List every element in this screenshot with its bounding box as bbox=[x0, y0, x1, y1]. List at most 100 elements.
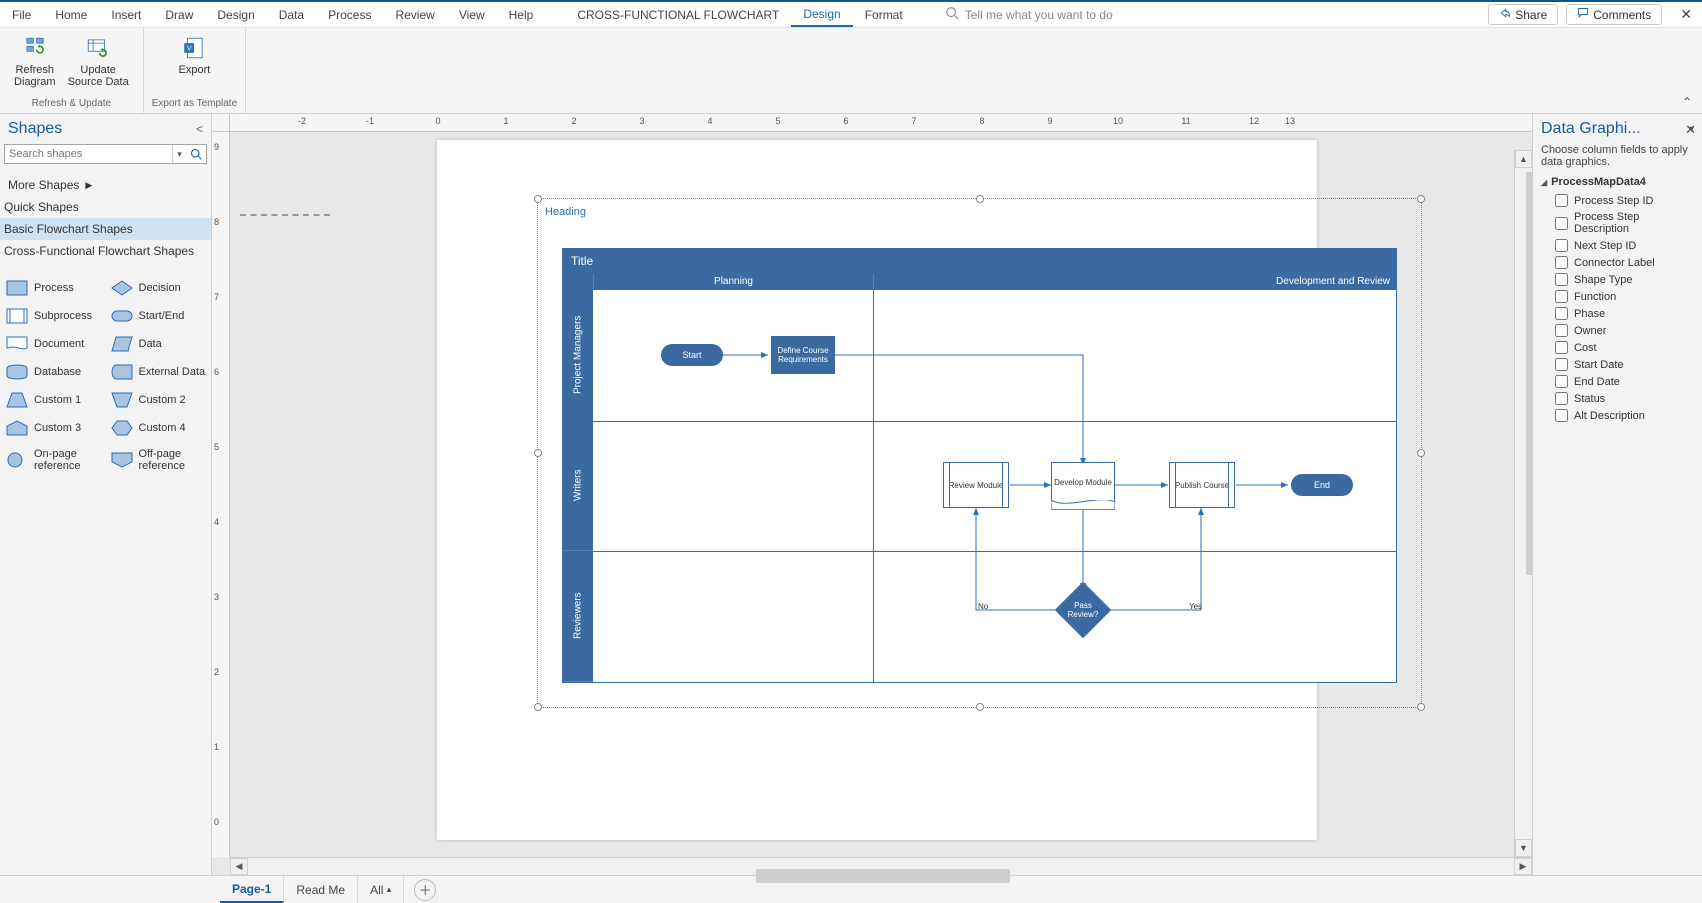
checkbox[interactable] bbox=[1555, 358, 1568, 371]
scroll-right-icon[interactable]: ▶ bbox=[1514, 858, 1532, 875]
checkbox[interactable] bbox=[1555, 307, 1568, 320]
checkbox[interactable] bbox=[1555, 217, 1568, 230]
sel-handle[interactable] bbox=[534, 703, 542, 711]
shape-custom3[interactable]: Custom 3 bbox=[2, 414, 107, 442]
dg-field[interactable]: Process Step ID bbox=[1541, 192, 1694, 209]
sel-handle[interactable] bbox=[534, 449, 542, 457]
dg-field[interactable]: Process Step Description bbox=[1541, 209, 1694, 237]
phase-planning[interactable]: Planning bbox=[593, 274, 873, 289]
export-button[interactable]: V Export bbox=[173, 32, 217, 96]
search-dropdown-icon[interactable]: ▾ bbox=[172, 145, 186, 163]
shape-custom2[interactable]: Custom 2 bbox=[107, 386, 212, 414]
scroll-up-icon[interactable]: ▲ bbox=[1515, 150, 1532, 168]
scroll-left-icon[interactable]: ◀ bbox=[230, 858, 248, 875]
search-go-icon[interactable] bbox=[186, 145, 206, 163]
sel-handle[interactable] bbox=[976, 703, 984, 711]
sel-handle[interactable] bbox=[1417, 703, 1425, 711]
tab-help[interactable]: Help bbox=[497, 2, 546, 27]
dg-field[interactable]: Start Date bbox=[1541, 356, 1694, 373]
checkbox[interactable] bbox=[1555, 341, 1568, 354]
sel-handle[interactable] bbox=[1417, 449, 1425, 457]
shape-end[interactable]: End bbox=[1291, 474, 1353, 496]
tab-file[interactable]: File bbox=[0, 2, 43, 27]
shape-document[interactable]: Document bbox=[2, 330, 107, 358]
share-button[interactable]: Share bbox=[1488, 4, 1558, 25]
checkbox[interactable] bbox=[1555, 375, 1568, 388]
shape-define-requirements[interactable]: Define Course Requirements bbox=[771, 336, 835, 374]
tab-design[interactable]: Design bbox=[205, 2, 266, 27]
tab-cross-functional[interactable]: CROSS-FUNCTIONAL FLOWCHART bbox=[565, 2, 791, 27]
lane-project-managers[interactable]: Project Managers bbox=[563, 290, 593, 420]
shape-start-end[interactable]: Start/End bbox=[107, 302, 212, 330]
tab-home[interactable]: Home bbox=[43, 2, 99, 27]
tab-format[interactable]: Format bbox=[853, 2, 915, 27]
dg-field[interactable]: Phase bbox=[1541, 305, 1694, 322]
update-source-button[interactable]: Update Source Data bbox=[62, 32, 135, 96]
tab-process[interactable]: Process bbox=[316, 2, 383, 27]
sel-handle[interactable] bbox=[1417, 195, 1425, 203]
swimlane-container[interactable]: Title Planning Development and Review Pr… bbox=[562, 248, 1397, 683]
scroll-down-icon[interactable]: ▼ bbox=[1515, 839, 1532, 857]
checkbox[interactable] bbox=[1555, 273, 1568, 286]
dg-section-header[interactable]: ProcessMapData4 bbox=[1541, 176, 1694, 188]
close-button[interactable]: ✕ bbox=[1670, 6, 1702, 23]
sel-handle[interactable] bbox=[534, 195, 542, 203]
collapse-shapes-icon[interactable]: < bbox=[196, 122, 203, 136]
shape-decision-pass-review[interactable]: Pass Review? bbox=[1055, 582, 1112, 639]
shape-develop-module[interactable]: Develop Module bbox=[1051, 462, 1115, 502]
dg-field[interactable]: Shape Type bbox=[1541, 271, 1694, 288]
tab-data[interactable]: Data bbox=[267, 2, 316, 27]
checkbox[interactable] bbox=[1555, 392, 1568, 405]
shape-offpage-ref[interactable]: Off-page reference bbox=[107, 442, 212, 478]
dg-field[interactable]: Status bbox=[1541, 390, 1694, 407]
page-tab-all[interactable]: All ▴ bbox=[358, 876, 404, 903]
comments-button[interactable]: Comments bbox=[1566, 4, 1662, 25]
shape-custom4[interactable]: Custom 4 bbox=[107, 414, 212, 442]
page-tab-page1[interactable]: Page-1 bbox=[220, 876, 284, 903]
page-tab-readme[interactable]: Read Me bbox=[284, 876, 358, 903]
shape-search[interactable]: ▾ bbox=[4, 144, 207, 164]
checkbox[interactable] bbox=[1555, 324, 1568, 337]
phase-development[interactable]: Development and Review bbox=[873, 274, 1396, 289]
tab-insert[interactable]: Insert bbox=[99, 2, 153, 27]
lane-reviewers[interactable]: Reviewers bbox=[563, 551, 593, 682]
refresh-diagram-button[interactable]: Refresh Diagram bbox=[8, 32, 62, 96]
ribbon-collapse-button[interactable]: ⌃ bbox=[1682, 95, 1692, 109]
tell-me-search[interactable]: Tell me what you want to do bbox=[945, 6, 1113, 23]
shape-publish-course[interactable]: Publish Course bbox=[1169, 462, 1235, 508]
lane-writers[interactable]: Writers bbox=[563, 420, 593, 551]
drawing-page[interactable]: Heading Title Planning bbox=[437, 140, 1317, 840]
shape-external-data[interactable]: External Data bbox=[107, 358, 212, 386]
cat-basic-flowchart[interactable]: Basic Flowchart Shapes bbox=[0, 218, 211, 240]
vertical-scrollbar[interactable]: ▲ ▼ bbox=[1514, 150, 1532, 857]
dg-field[interactable]: End Date bbox=[1541, 373, 1694, 390]
horizontal-scrollbar[interactable]: ◀ ▶ bbox=[230, 857, 1532, 875]
tab-review[interactable]: Review bbox=[383, 2, 446, 27]
shape-custom1[interactable]: Custom 1 bbox=[2, 386, 107, 414]
tab-view[interactable]: View bbox=[447, 2, 497, 27]
tab-draw[interactable]: Draw bbox=[153, 2, 205, 27]
dg-field[interactable]: Cost bbox=[1541, 339, 1694, 356]
canvas[interactable]: Heading Title Planning bbox=[230, 132, 1532, 875]
dg-field[interactable]: Function bbox=[1541, 288, 1694, 305]
shape-subprocess[interactable]: Subprocess bbox=[2, 302, 107, 330]
checkbox[interactable] bbox=[1555, 290, 1568, 303]
shape-review-module[interactable]: Review Module bbox=[943, 462, 1009, 508]
dg-field[interactable]: Next Step ID bbox=[1541, 237, 1694, 254]
shape-database[interactable]: Database bbox=[2, 358, 107, 386]
shape-decision[interactable]: Decision bbox=[107, 274, 212, 302]
checkbox[interactable] bbox=[1555, 256, 1568, 269]
panel-close-icon[interactable]: ✕ bbox=[1685, 122, 1696, 138]
dg-field[interactable]: Alt Description bbox=[1541, 407, 1694, 424]
dg-field[interactable]: Owner bbox=[1541, 322, 1694, 339]
swimlane-title[interactable]: Title bbox=[562, 248, 1397, 274]
checkbox[interactable] bbox=[1555, 409, 1568, 422]
shape-data[interactable]: Data bbox=[107, 330, 212, 358]
more-shapes[interactable]: More Shapes▶ bbox=[0, 172, 211, 196]
shape-search-input[interactable] bbox=[5, 145, 172, 163]
checkbox[interactable] bbox=[1555, 239, 1568, 252]
shape-process[interactable]: Process bbox=[2, 274, 107, 302]
shape-start[interactable]: Start bbox=[661, 344, 723, 366]
checkbox[interactable] bbox=[1555, 194, 1568, 207]
tab-design-contextual[interactable]: Design bbox=[791, 2, 852, 27]
